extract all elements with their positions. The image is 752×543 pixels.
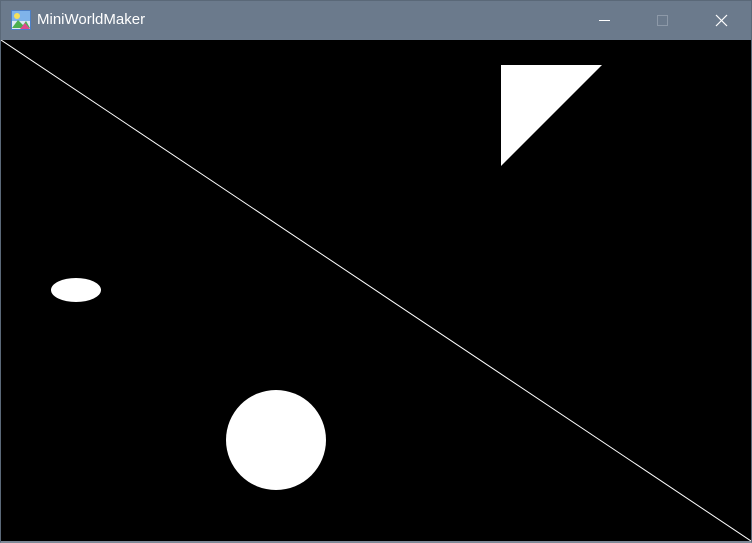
minimize-icon bbox=[599, 20, 610, 21]
diagonal-line bbox=[1, 40, 751, 541]
close-button[interactable] bbox=[692, 1, 750, 39]
white-triangle bbox=[501, 65, 602, 166]
app-icon bbox=[11, 10, 31, 30]
minimize-button[interactable] bbox=[575, 1, 633, 39]
close-icon bbox=[715, 14, 728, 27]
maximize-icon bbox=[657, 15, 668, 26]
window-title: MiniWorldMaker bbox=[37, 11, 146, 28]
canvas-drawing bbox=[1, 40, 751, 541]
app-window: MiniWorldMaker bbox=[0, 0, 752, 543]
white-circle bbox=[226, 390, 326, 490]
drawing-canvas[interactable] bbox=[1, 40, 751, 541]
maximize-button[interactable] bbox=[633, 1, 691, 39]
white-ellipse bbox=[51, 278, 101, 302]
title-bar[interactable]: MiniWorldMaker bbox=[1, 1, 751, 39]
